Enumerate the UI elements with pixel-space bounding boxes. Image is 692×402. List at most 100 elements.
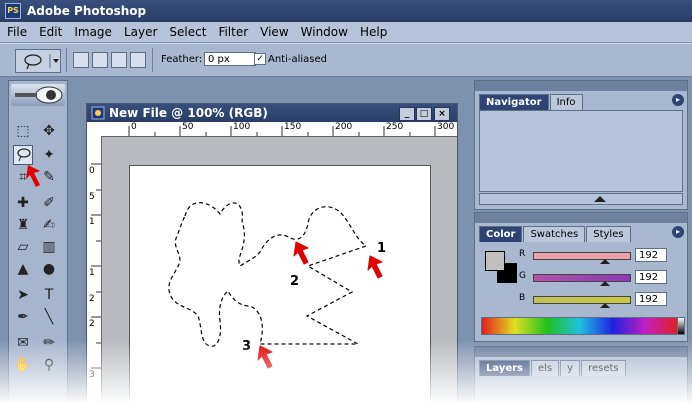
add-to-selection-icon[interactable] [92,52,108,68]
magic-wand-icon[interactable]: ✦ [39,145,59,165]
brush-tool-icon[interactable]: ✐ [39,193,59,213]
ruler-left-label: 2 [89,319,95,329]
menu-bar: File Edit Image Layer Select Filter View… [0,22,692,42]
panel-drag-bar[interactable] [475,213,687,223]
lasso-icon [24,54,59,70]
ruler-left-label: 3 [89,370,95,380]
maximize-button[interactable]: □ [416,107,432,121]
channel-g-label: G [519,271,526,281]
ruler-top-label: 50 [182,122,194,132]
options-bar: Feather: 0 px ✓ Anti-aliased [0,43,692,77]
layers-panel: Layers els y resets [474,346,688,402]
app-titlebar: PS Adobe Photoshop [0,0,692,22]
clone-stamp-icon[interactable]: ♜ [13,215,33,235]
navigator-tabs: Navigator Info [479,94,584,110]
photoshop-window: PS Adobe Photoshop File Edit Image Layer… [0,0,692,402]
type-tool-icon[interactable]: T [39,285,59,305]
color-panel: Color Swatches Styles ▸ R 192 G 192 B 19… [474,212,688,342]
selection-mode-group [73,52,146,68]
gradient-tool-icon[interactable]: ▥ [39,237,59,257]
panel-drag-bar[interactable] [475,347,687,357]
ruler-left: 0 5 1 1 2 2 3 [87,136,102,402]
document-titlebar[interactable]: New File @ 100% (RGB) _ □ × [87,104,457,122]
feather-input[interactable]: 0 px [204,52,256,66]
menu-filter[interactable]: Filter [211,25,253,39]
ruler-left-label: 5 [89,192,95,202]
eyedropper-icon[interactable]: ✏ [39,333,59,353]
foreground-color-swatch[interactable] [485,251,505,271]
ruler-origin[interactable] [87,122,102,137]
color-tabs: Color Swatches Styles [479,226,632,242]
ruler-top-label: 200 [335,122,353,132]
panel-menu-icon[interactable]: ▸ [672,226,684,238]
document-title: New File @ 100% (RGB) [109,106,268,120]
ruler-left-label: 1 [89,268,95,278]
eye-logo-icon [15,86,63,104]
marquee-tool-icon[interactable]: ⬚ [13,121,33,141]
panel-menu-icon[interactable]: ▸ [672,94,684,106]
tab-color[interactable]: Color [479,226,523,242]
document-canvas[interactable]: 1 2 3 [129,165,431,402]
line-tool-icon[interactable]: ╲ [39,307,59,327]
menu-view[interactable]: View [253,25,293,39]
ruler-left-label: 1 [89,217,95,227]
photoshop-logo-icon: PS [5,3,21,19]
navigator-zoom-slider[interactable] [479,193,683,205]
menu-edit[interactable]: Edit [32,25,67,39]
lasso-tool-icon[interactable] [13,145,33,165]
ruler-left-label: 0 [89,166,95,176]
intersect-selection-icon[interactable] [130,52,146,68]
toolbox: ⬚ ✥ ✦ ⌗ ✎ ✚ ✐ ♜ ✍ ▱ ▥ ▲ ● ➤ T ✒ ╲ ✉ ✏ ✋ … [8,80,68,402]
blur-tool-icon[interactable]: ▲ [13,259,33,279]
tab-info[interactable]: Info [549,94,583,110]
new-selection-icon[interactable] [73,52,89,68]
eraser-tool-icon[interactable]: ▱ [13,237,33,257]
dodge-tool-icon[interactable]: ● [39,259,59,279]
antialiased-label: Anti-aliased [268,54,328,65]
channel-slider-markers [600,259,610,308]
menu-image[interactable]: Image [67,25,117,39]
pen-tool-icon[interactable]: ✒ [13,307,33,327]
tab-channels[interactable]: els [531,360,560,376]
ruler-top: 0 50 100 150 200 250 300 [101,122,457,137]
tab-navigator[interactable]: Navigator [479,94,549,110]
navigator-preview[interactable] [479,110,683,192]
menu-select[interactable]: Select [162,25,211,39]
subtract-from-selection-icon[interactable] [111,52,127,68]
tab-styles[interactable]: Styles [586,226,631,242]
menu-window[interactable]: Window [294,25,353,39]
notes-tool-icon[interactable]: ✉ [13,333,33,353]
minimize-button[interactable]: _ [399,107,415,121]
navigator-panel: Navigator Info ▸ [474,80,688,210]
panel-drag-bar[interactable] [475,81,687,91]
feather-label: Feather: [161,54,203,65]
options-separator [152,48,153,72]
hand-tool-icon[interactable]: ✋ [13,355,33,375]
healing-brush-icon[interactable]: ✚ [13,193,33,213]
tab-swatches[interactable]: Swatches [523,226,586,242]
black-white-ramp[interactable] [677,317,685,335]
tab-history[interactable]: y [560,360,581,376]
history-brush-icon[interactable]: ✍ [39,215,59,235]
app-title: Adobe Photoshop [27,4,147,18]
color-spectrum-bar[interactable] [481,317,679,335]
tab-layers[interactable]: Layers [479,360,530,376]
channel-b-label: B [519,293,526,303]
close-button[interactable]: × [434,107,450,121]
move-tool-icon[interactable]: ✥ [39,121,59,141]
menu-help[interactable]: Help [353,25,392,39]
tab-actions[interactable]: resets [581,360,626,376]
zoom-tool-icon[interactable]: ⚲ [39,355,59,375]
red-arrows [257,241,383,369]
menu-file[interactable]: File [0,25,32,39]
tool-preset-picker[interactable] [15,49,61,73]
ruler-top-label: 300 [437,122,455,132]
toolbox-header-logo[interactable] [11,84,65,106]
channel-r-label: R [519,249,526,259]
path-selection-icon[interactable]: ➤ [13,285,33,305]
menu-layer[interactable]: Layer [117,25,162,39]
ruler-top-label: 150 [284,122,302,132]
options-separator [66,48,67,72]
ruler-left-label: 2 [89,294,95,304]
antialiased-checkbox[interactable]: ✓ [254,53,266,65]
